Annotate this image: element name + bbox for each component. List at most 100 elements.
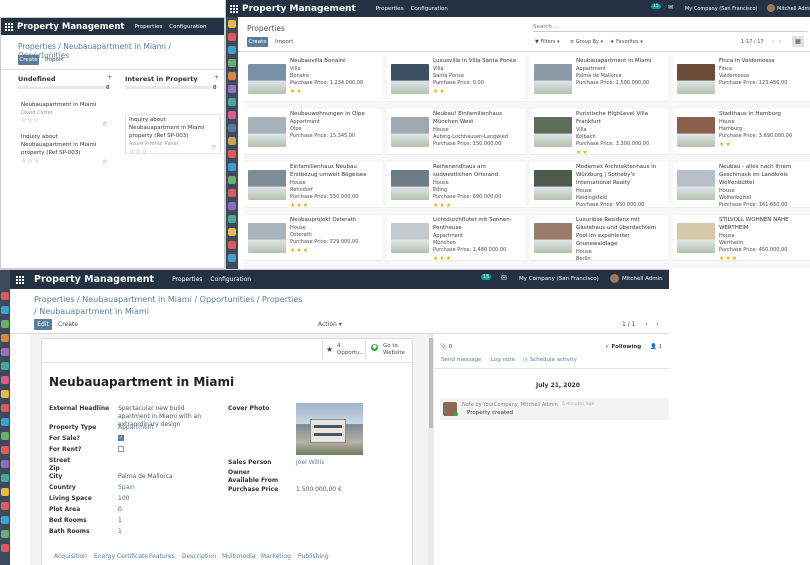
- edit-button[interactable]: Edit: [34, 319, 52, 330]
- tab-description[interactable]: Description: [182, 553, 216, 560]
- company-switcher[interactable]: My Company (San Francisco): [685, 6, 758, 12]
- avatar[interactable]: [610, 274, 619, 283]
- tab-features[interactable]: Features: [149, 553, 175, 560]
- kanban-view-icon[interactable]: ▦: [792, 36, 804, 47]
- living-space-value: 100: [118, 495, 130, 502]
- opportunities-smart-button[interactable]: ★ 4 Opportu...: [322, 340, 366, 362]
- property-card[interactable]: Lichtdurchflutet mit Sonnen-Penthouse App…: [387, 215, 525, 261]
- group-by-dropdown[interactable]: ≡ Group By ▾: [570, 39, 603, 45]
- breadcrumb[interactable]: Properties / Neubauapartment in Miami / …: [34, 295, 302, 304]
- pager-next-icon[interactable]: ›: [656, 320, 659, 328]
- activity-clock-icon[interactable]: ◷: [212, 144, 216, 151]
- priority-stars[interactable]: ★★: [433, 88, 523, 97]
- attachment-icon[interactable]: 📎 0: [440, 344, 452, 350]
- import-button[interactable]: Import: [275, 39, 293, 45]
- add-icon[interactable]: +: [107, 74, 112, 81]
- for-sale-checkbox[interactable]: ✓: [118, 435, 124, 441]
- tab-multimedia[interactable]: Multimedia: [222, 553, 255, 560]
- activity-clock-icon[interactable]: ◷: [103, 159, 107, 166]
- schedule-activity-button[interactable]: ◷ Schedule activity: [523, 357, 577, 363]
- menu-configuration[interactable]: Configuration: [411, 6, 448, 12]
- property-type: House: [290, 224, 306, 231]
- property-card[interactable]: Finca in Valdemossa Finca Valdemossa Purcha…: [673, 56, 810, 102]
- action-dropdown[interactable]: Action ▾: [318, 321, 342, 328]
- tab-marketing[interactable]: Marketing: [261, 553, 291, 560]
- property-card[interactable]: Neubauapartment in Miami Appartment Palma …: [530, 56, 668, 102]
- pager[interactable]: 1 / 1: [622, 321, 635, 328]
- top-navbar: Property Management Properties Configura…: [1, 18, 224, 35]
- menu-properties[interactable]: Properties: [134, 24, 162, 30]
- menu-configuration[interactable]: Configuration: [210, 276, 251, 283]
- create-button[interactable]: Create: [18, 55, 39, 65]
- priority-stars[interactable]: ★★★: [433, 255, 523, 260]
- favorites-dropdown[interactable]: ★ Favorites ▾: [610, 39, 643, 45]
- pager-prev-icon[interactable]: ‹: [772, 39, 774, 45]
- filters-dropdown[interactable]: ▼ Filters ▾: [535, 39, 560, 45]
- search-input[interactable]: [533, 22, 807, 32]
- priority-stars[interactable]: ★★: [719, 141, 809, 150]
- priority-stars[interactable]: ★★★: [433, 202, 523, 207]
- apps-menu-icon[interactable]: [5, 22, 13, 31]
- property-card[interactable]: Luxusvilla in Villa Santa Ponsa Villa Sant…: [387, 56, 525, 102]
- property-type-value[interactable]: Appartment: [118, 424, 154, 431]
- tab-publishing[interactable]: Publishing: [298, 553, 329, 560]
- notification-badge[interactable]: 15: [651, 4, 661, 9]
- user-menu[interactable]: Mitchell Admin: [777, 6, 810, 12]
- property-card[interactable]: Einfamilienhaus Neubau Erstbezug umwelt …: [244, 162, 382, 208]
- property-card[interactable]: Neubau! Einfamilienhaus München West Hous…: [387, 109, 525, 155]
- priority-stars[interactable]: ★★: [576, 149, 666, 154]
- property-card[interactable]: Luxuriöse Residenz mit Gästehaus und übe…: [530, 215, 668, 261]
- apps-menu-icon[interactable]: [16, 275, 24, 284]
- company-switcher[interactable]: My Company (San Francisco): [519, 276, 599, 282]
- property-card[interactable]: Stadthaus in Hamburg House Hamburg Purchase…: [673, 109, 810, 155]
- apps-menu-icon[interactable]: [230, 4, 238, 13]
- tab-acquisition[interactable]: Acquisition: [54, 553, 87, 560]
- chat-icon[interactable]: ✉: [668, 4, 673, 11]
- website-smart-button[interactable]: ● Go to Website: [366, 340, 412, 362]
- following-button[interactable]: ✓ Following: [605, 344, 641, 350]
- property-card[interactable]: Neubauprojekt Osterath House Osterath Purch…: [244, 215, 382, 261]
- priority-stars[interactable]: ★★★: [290, 247, 380, 256]
- priority-stars[interactable]: ☆☆☆: [21, 117, 108, 126]
- pager[interactable]: 1-17 / 17: [741, 39, 764, 45]
- send-message-button[interactable]: Send message: [441, 357, 481, 363]
- activity-clock-icon[interactable]: ◷: [103, 121, 107, 128]
- create-button[interactable]: Create: [247, 37, 268, 47]
- user-menu[interactable]: Mitchell Admin: [622, 276, 663, 282]
- property-card[interactable]: Puristische HighLevel Villa Frankfurt Vil…: [530, 109, 668, 155]
- priority-stars[interactable]: ☆☆☆: [21, 158, 108, 167]
- property-name: Finca in Valdemossa: [719, 58, 775, 64]
- menu-configuration[interactable]: Configuration: [169, 24, 206, 30]
- kanban-card[interactable]: Inquiry about Neubauapartment in Miami p…: [125, 114, 221, 157]
- property-card[interactable]: Neubauvilla Bonaire Villa Bonaire Purchase …: [244, 56, 382, 102]
- menu-properties[interactable]: Properties: [376, 6, 404, 12]
- followers-button[interactable]: 👤 1: [650, 344, 662, 350]
- property-card[interactable]: Neubauwohnungen in Olpe Appartment Olpe Pur…: [244, 109, 382, 155]
- priority-stars[interactable]: ★★★: [290, 202, 380, 207]
- sales-person-value[interactable]: Joel Willis: [296, 459, 324, 466]
- priority-stars[interactable]: ☆☆☆: [129, 148, 217, 157]
- property-card[interactable]: Modernes Architektenhaus in Würzburg | S…: [530, 162, 668, 208]
- pager-prev-icon[interactable]: ‹: [645, 320, 648, 328]
- cover-photo-image[interactable]: [296, 403, 363, 455]
- priority-stars[interactable]: ★★: [290, 88, 380, 97]
- add-icon[interactable]: +: [214, 74, 219, 81]
- notification-badge[interactable]: 15: [481, 274, 492, 280]
- property-card[interactable]: STILVOLL WOHNEN NAHE WERTHEIM House Werthe…: [673, 215, 810, 261]
- priority-stars[interactable]: ★★★: [719, 255, 809, 260]
- avatar[interactable]: [767, 4, 775, 12]
- kanban-card[interactable]: Inquiry about Neubauapartment in Miami p…: [18, 132, 111, 174]
- country-value[interactable]: Spain: [118, 484, 135, 491]
- menu-properties[interactable]: Properties: [172, 276, 202, 283]
- chat-icon[interactable]: ✉: [501, 274, 507, 282]
- property-card[interactable]: Neubau - alles nach Ihrem Geschmack im L…: [673, 162, 810, 208]
- tab-energy-certificate[interactable]: Energy Certificate: [94, 553, 148, 560]
- import-button[interactable]: Import: [45, 57, 63, 63]
- pager-next-icon[interactable]: ›: [779, 39, 781, 45]
- for-rent-checkbox[interactable]: [118, 446, 124, 452]
- log-note-button[interactable]: Log note: [491, 357, 515, 363]
- create-button[interactable]: Create: [58, 321, 78, 328]
- property-card[interactable]: Reihenendhaus am südwestlichen Ortsrand H…: [387, 162, 525, 208]
- property-price: Purchase Price: 15.345,00: [290, 133, 356, 140]
- kanban-card[interactable]: Neubauapartment in Miami David Carter ☆☆…: [18, 100, 111, 130]
